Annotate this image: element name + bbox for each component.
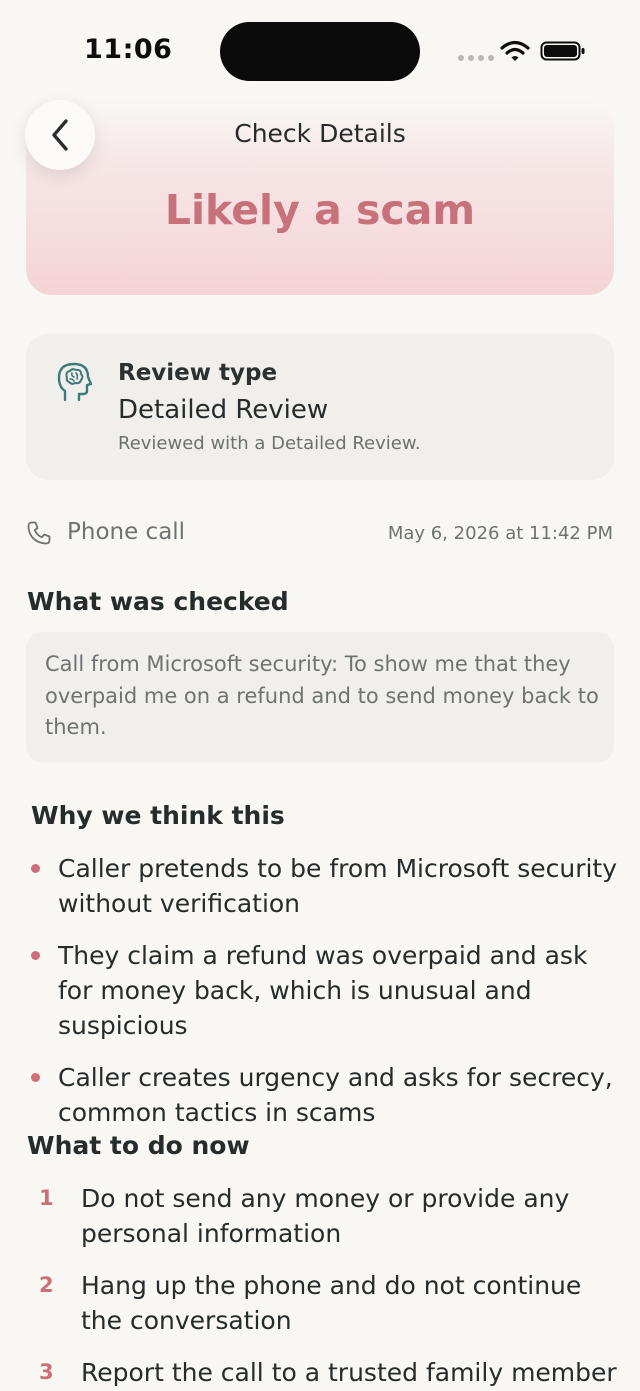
step-item: 2 Hang up the phone and do not continue … <box>27 1268 627 1338</box>
battery-icon <box>540 41 585 61</box>
check-date: May 6, 2026 at 11:42 PM <box>387 523 613 544</box>
bullet-dot <box>31 1073 40 1082</box>
result-label: Likely a scam <box>164 186 476 234</box>
bullet-dot <box>31 951 40 960</box>
review-type-value: Detailed Review <box>118 395 329 425</box>
reason-text: Caller creates urgency and asks for secr… <box>58 1063 613 1127</box>
cellular-signal-icon <box>458 55 494 61</box>
reason-item: Caller pretends to be from Microsoft sec… <box>27 851 627 921</box>
phone-icon <box>27 521 51 545</box>
status-time: 11:06 <box>84 34 173 65</box>
step-item: 3 Report the call to a trusted family me… <box>27 1355 627 1390</box>
check-source: Phone call <box>67 519 186 545</box>
step-text: Do not send any money or provide any per… <box>81 1184 570 1248</box>
reason-text: They claim a refund was overpaid and ask… <box>58 941 588 1040</box>
brain-head-icon <box>57 362 92 402</box>
step-item: 1 Do not send any money or provide any p… <box>27 1181 627 1251</box>
check-details-screen: 11:06 Likely a scam Check Details Review… <box>0 0 640 1391</box>
reasons-list: Caller pretends to be from Microsoft sec… <box>27 851 627 1147</box>
step-text: Report the call to a trusted family memb… <box>81 1358 617 1387</box>
page-title: Check Details <box>234 119 406 148</box>
step-text: Hang up the phone and do not continue th… <box>81 1271 582 1335</box>
review-type-description: Reviewed with a Detailed Review. <box>118 433 421 454</box>
bullet-dot <box>31 864 40 873</box>
checked-content-text: Call from Microsoft security: To show me… <box>45 652 599 739</box>
reason-item: Caller creates urgency and asks for secr… <box>27 1060 627 1130</box>
dynamic-island <box>220 22 420 81</box>
wifi-icon <box>500 40 530 61</box>
reason-item: They claim a refund was overpaid and ask… <box>27 938 627 1043</box>
step-number: 1 <box>39 1186 54 1210</box>
step-number: 2 <box>39 1273 54 1297</box>
review-type-label: Review type <box>118 360 278 386</box>
reasons-section-title: Why we think this <box>31 801 285 830</box>
reason-text: Caller pretends to be from Microsoft sec… <box>58 854 618 918</box>
checked-section-title: What was checked <box>27 587 289 616</box>
steps-list: 1 Do not send any money or provide any p… <box>27 1181 627 1391</box>
step-number: 3 <box>39 1360 54 1384</box>
steps-section-title: What to do now <box>27 1131 250 1160</box>
